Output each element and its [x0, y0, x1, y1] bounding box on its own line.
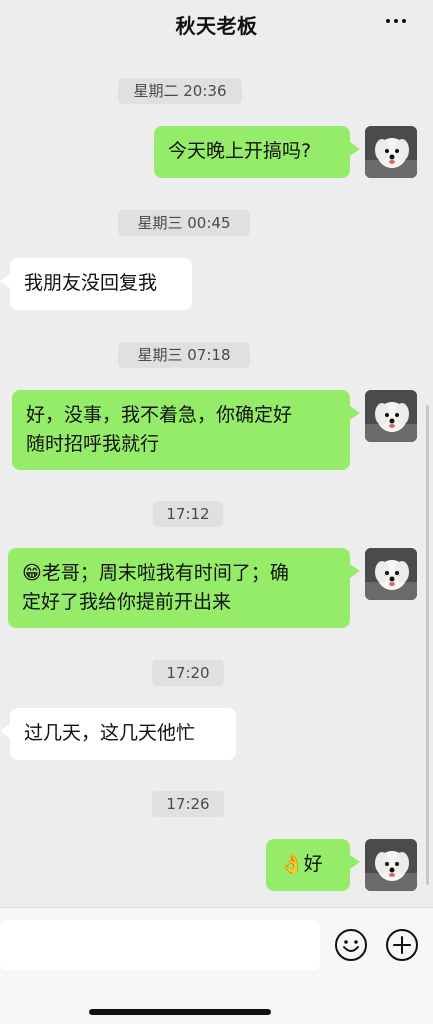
input-bar	[0, 907, 433, 1024]
message-line: 定好了我给你提前开出来	[22, 591, 232, 613]
message-line: 😁老哥；周末啦我有时间了；确	[22, 562, 289, 584]
timestamp: 星期三 07:18	[118, 342, 250, 368]
timestamp: 17:20	[152, 660, 224, 686]
dog-avatar-icon	[365, 548, 417, 600]
message-list[interactable]: 星期二 20:36 今天晚上开搞吗? 星期三 00:45 我朋友没回复我 星期三…	[0, 50, 433, 907]
smiley-icon[interactable]	[334, 928, 368, 962]
dog-avatar-icon	[365, 126, 417, 178]
message-line: 好，没事，我不着急，你确定好	[26, 404, 293, 426]
timestamp: 17:12	[153, 501, 223, 527]
my-message[interactable]: 👌好	[266, 839, 360, 891]
chat-title: 秋天老板	[175, 14, 258, 38]
timestamp: 17:26	[152, 791, 224, 817]
message-input[interactable]	[0, 920, 320, 970]
their-message[interactable]: 过几天，这几天他忙	[0, 708, 236, 760]
my-avatar[interactable]	[365, 390, 417, 442]
their-message[interactable]: 我朋友没回复我	[0, 258, 192, 310]
my-avatar[interactable]	[365, 126, 417, 178]
message-line: 随时招呼我就行	[26, 433, 160, 455]
my-message[interactable]: 今天晚上开搞吗?	[154, 126, 360, 178]
my-avatar[interactable]	[365, 548, 417, 600]
my-message[interactable]: 😁老哥；周末啦我有时间了；确 定好了我给你提前开出来	[8, 548, 360, 628]
grin-emoji-icon: 😁	[22, 562, 42, 584]
home-indicator	[89, 1009, 271, 1015]
timestamp: 星期二 20:36	[118, 78, 242, 104]
my-avatar[interactable]	[365, 839, 417, 891]
plus-icon[interactable]	[385, 928, 419, 962]
timestamp: 星期三 00:45	[118, 210, 250, 236]
dog-avatar-icon	[365, 839, 417, 891]
my-message[interactable]: 好，没事，我不着急，你确定好 随时招呼我就行	[12, 390, 360, 470]
dog-avatar-icon	[365, 390, 417, 442]
scrollbar[interactable]	[426, 405, 429, 885]
more-icon[interactable]	[383, 8, 409, 34]
ok-hand-emoji-icon: 👌	[280, 853, 304, 875]
chat-header: 秋天老板	[0, 0, 433, 50]
